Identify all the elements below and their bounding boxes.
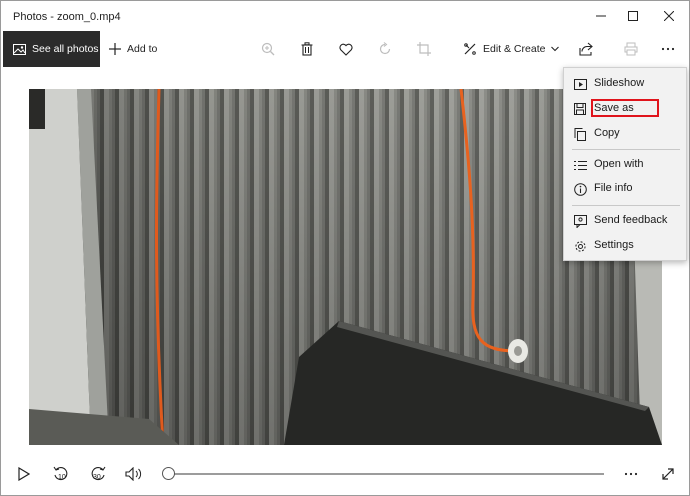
close-button[interactable]	[651, 1, 687, 31]
menu-item-settings[interactable]: Settings	[564, 234, 688, 258]
menu-label-file-info: File info	[594, 182, 633, 194]
zoom-icon	[261, 42, 275, 56]
rotate-icon	[379, 42, 391, 55]
fullscreen-button[interactable]	[658, 464, 678, 484]
minimize-button[interactable]	[583, 1, 619, 31]
add-to-button[interactable]: Add to	[109, 31, 157, 67]
add-to-label: Add to	[127, 43, 158, 55]
menu-item-file-info[interactable]: File info	[564, 177, 688, 201]
maximize-button[interactable]	[615, 1, 651, 31]
edit-create-label: Edit & Create	[483, 43, 546, 55]
info-icon	[573, 182, 587, 196]
see-all-photos-label: See all photos	[32, 43, 99, 55]
slideshow-icon	[573, 77, 587, 91]
open-with-icon	[573, 158, 587, 172]
player-controls: 10 30	[1, 453, 689, 495]
skip-forward-button[interactable]: 30	[88, 464, 108, 484]
print-icon	[624, 42, 638, 56]
crop-icon	[417, 42, 431, 56]
settings-icon	[573, 239, 587, 253]
photos-window: Photos - zoom_0.mp4 See all photos Add t…	[0, 0, 690, 496]
minimize-icon	[596, 15, 606, 17]
title-bar: Photos - zoom_0.mp4	[1, 1, 689, 31]
edit-create-button[interactable]: Edit & Create	[463, 31, 560, 67]
share-icon	[579, 42, 593, 56]
menu-label-send-feedback: Send feedback	[594, 214, 668, 226]
delete-button[interactable]	[297, 39, 317, 59]
fullscreen-icon	[662, 468, 674, 480]
play-button[interactable]	[14, 464, 34, 484]
zoom-button[interactable]	[258, 39, 278, 59]
more-button[interactable]	[658, 39, 678, 59]
feedback-icon	[573, 214, 587, 228]
rotate-button[interactable]	[375, 39, 395, 59]
chevron-down-icon	[551, 46, 560, 52]
skip-forward-icon: 30	[91, 466, 106, 481]
more-icon	[624, 472, 638, 476]
player-more-button[interactable]	[621, 464, 641, 484]
play-icon	[18, 467, 30, 481]
seek-bar[interactable]	[168, 473, 604, 475]
see-all-photos-button[interactable]: See all photos	[3, 31, 100, 67]
add-icon	[109, 43, 121, 55]
share-button[interactable]	[576, 39, 596, 59]
menu-item-send-feedback[interactable]: Send feedback	[564, 209, 688, 233]
menu-label-open-with: Open with	[594, 158, 644, 170]
menu-separator	[572, 149, 680, 150]
skip-back-icon: 10	[53, 466, 68, 481]
crop-button[interactable]	[414, 39, 434, 59]
skip-back-seconds: 10	[58, 474, 66, 481]
seek-thumb[interactable]	[162, 467, 175, 480]
maximize-icon	[628, 11, 638, 21]
save-icon	[573, 102, 587, 116]
menu-label-copy: Copy	[594, 127, 620, 139]
more-icon	[661, 47, 675, 51]
skip-forward-seconds: 30	[93, 474, 101, 481]
volume-icon	[125, 467, 142, 481]
menu-label-slideshow: Slideshow	[594, 77, 645, 89]
window-title: Photos - zoom_0.mp4	[13, 11, 121, 23]
favorite-button[interactable]	[336, 39, 356, 59]
photos-icon	[13, 43, 26, 55]
copy-icon	[573, 127, 587, 141]
menu-item-slideshow[interactable]: Slideshow	[564, 72, 688, 96]
menu-label-settings: Settings	[594, 239, 634, 251]
close-icon	[664, 11, 674, 21]
skip-back-button[interactable]: 10	[51, 464, 71, 484]
more-options-menu: Slideshow Save as Copy Open with File in…	[563, 67, 687, 261]
menu-item-open-with[interactable]: Open with	[564, 153, 688, 177]
toolbar: See all photos Add to Edit & Create	[1, 31, 689, 67]
volume-button[interactable]	[124, 464, 144, 484]
edit-create-icon	[464, 43, 476, 55]
menu-separator	[572, 205, 680, 206]
save-as-highlight-box	[591, 99, 659, 117]
delete-icon	[301, 42, 313, 56]
menu-item-copy[interactable]: Copy	[564, 122, 688, 146]
favorite-icon	[339, 43, 353, 56]
print-button[interactable]	[621, 39, 641, 59]
